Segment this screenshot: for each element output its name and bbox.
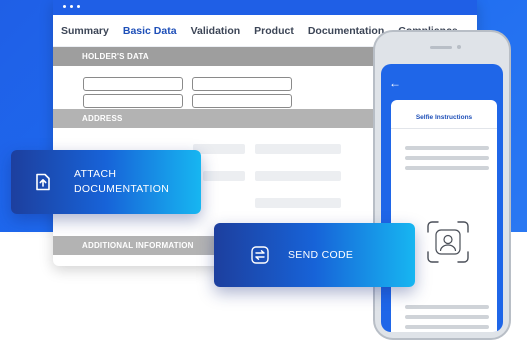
holder-field[interactable]: [192, 94, 292, 108]
tab-summary[interactable]: Summary: [61, 25, 109, 37]
send-code-button[interactable]: SEND CODE: [214, 223, 415, 287]
text-placeholder: [405, 325, 489, 329]
window-controls: [63, 5, 80, 8]
window-dot[interactable]: [63, 5, 66, 8]
upload-document-icon: [33, 172, 53, 192]
tab-validation[interactable]: Validation: [191, 25, 241, 37]
text-placeholder: [405, 166, 489, 170]
holder-field[interactable]: [83, 94, 183, 108]
face-scan-icon: [426, 220, 470, 264]
address-placeholder: [193, 144, 245, 154]
phone-mockup: ← Selfie Instructions: [373, 30, 511, 340]
window-dot[interactable]: [77, 5, 80, 8]
phone-camera: [457, 45, 461, 49]
text-placeholder: [405, 156, 489, 160]
address-placeholder: [255, 198, 341, 208]
tab-documentation[interactable]: Documentation: [308, 25, 384, 37]
selfie-instructions-card: Selfie Instructions: [391, 100, 497, 332]
phone-screen: ← Selfie Instructions: [381, 64, 503, 332]
swap-arrows-icon: [251, 246, 269, 264]
browser-title-bar: [53, 0, 477, 15]
window-dot[interactable]: [70, 5, 73, 8]
address-placeholder: [203, 171, 245, 181]
address-placeholder: [255, 171, 341, 181]
selfie-instructions-title: Selfie Instructions: [415, 114, 473, 121]
text-placeholder: [405, 146, 489, 150]
address-placeholder: [255, 144, 341, 154]
back-arrow-icon[interactable]: ←: [389, 76, 401, 90]
attach-documentation-button[interactable]: ATTACH DOCUMENTATION: [11, 150, 201, 214]
holder-field[interactable]: [192, 77, 292, 91]
title-divider: [391, 128, 497, 129]
tab-product[interactable]: Product: [254, 25, 294, 37]
text-placeholder: [405, 315, 489, 319]
send-code-label: SEND CODE: [288, 249, 354, 261]
tab-basic-data[interactable]: Basic Data: [123, 25, 177, 37]
text-placeholder: [405, 305, 489, 309]
holder-field[interactable]: [83, 77, 183, 91]
phone-speaker: [430, 46, 452, 49]
attach-documentation-label: ATTACH DOCUMENTATION: [74, 168, 170, 195]
